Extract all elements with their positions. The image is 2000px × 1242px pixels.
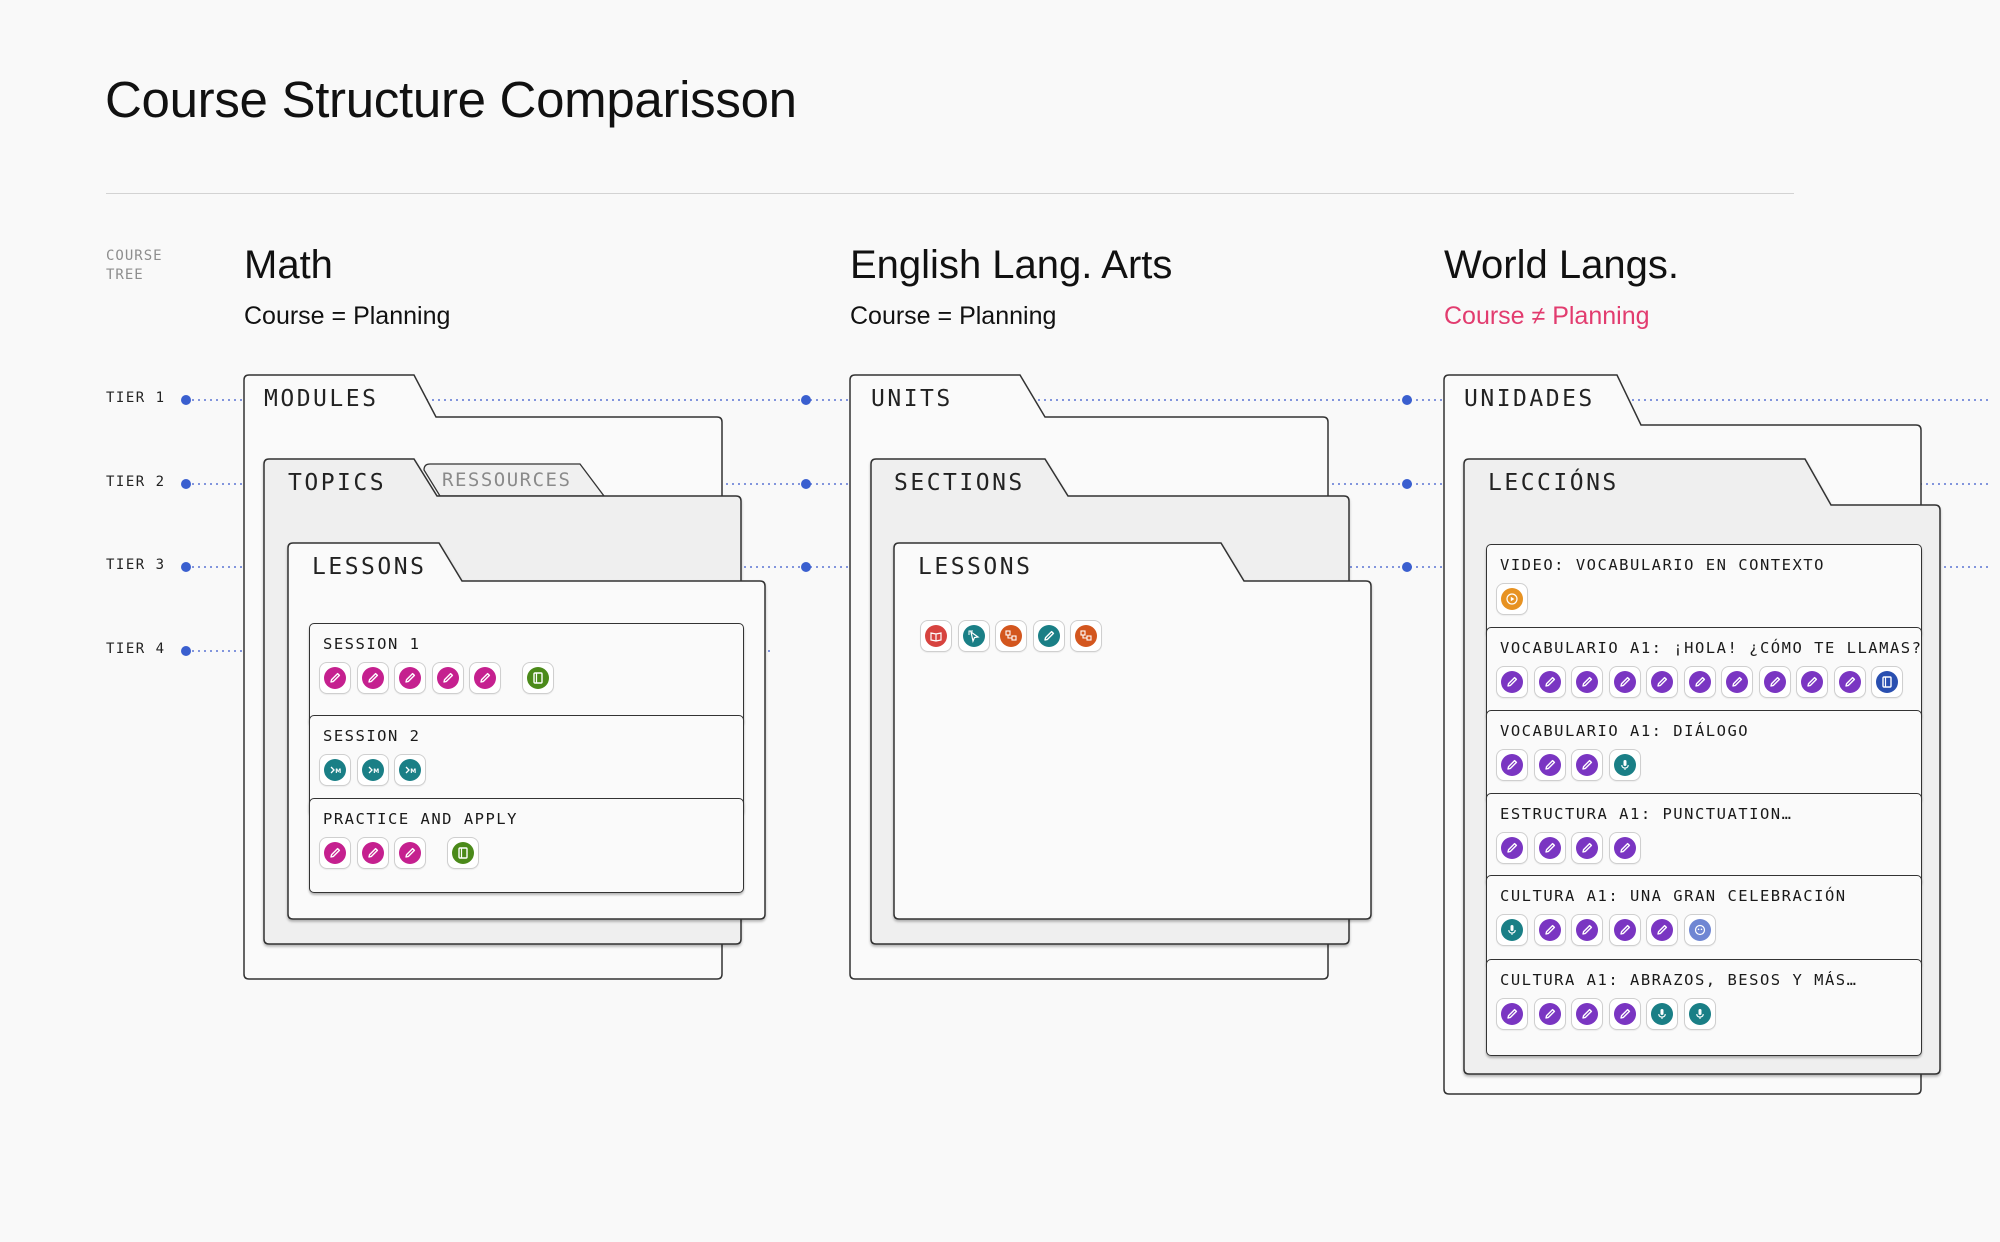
pencil-icon: [1533, 749, 1566, 781]
pencil-icon: [469, 662, 501, 694]
pencil-icon: [1571, 749, 1603, 781]
world-lesson-card-6[interactable]: CULTURA A1: ABRAZOS, BESOS Y MÁS…: [1486, 959, 1922, 1056]
pencil-icon: [1721, 666, 1753, 698]
math-topics-label: TOPICS: [288, 470, 387, 496]
microphone-icon: [1608, 749, 1641, 781]
pencil-icon: [1571, 666, 1603, 698]
world-lesson-card-2[interactable]: VOCABULARIO A1: ¡HOLA! ¿CÓMO TE LLAMAS?: [1486, 627, 1922, 719]
pencil-icon: [1571, 914, 1603, 946]
math-gear-icon: M: [394, 754, 426, 786]
book-icon: [920, 620, 952, 652]
world-lesson-card-4[interactable]: ESTRUCTURA A1: PUNCTUATION…: [1486, 793, 1922, 885]
world-lesson-card-5-label: CULTURA A1: UNA GRAN CELEBRACIÓN: [1500, 887, 1847, 905]
world-lesson-card-2-activity-icons: [1496, 666, 1909, 698]
chat-icon: [1683, 914, 1716, 946]
world-unidades-label: UNIDADES: [1464, 386, 1595, 412]
notebook-icon: [446, 837, 479, 869]
math-ressources-label: RESSOURCES: [442, 469, 572, 491]
ela-lessons-folder: [893, 542, 1372, 920]
pencil-icon: [1833, 666, 1866, 698]
ela-sections-label: SECTIONS: [894, 470, 1025, 496]
pencil-icon: [356, 662, 389, 694]
pencil-icon: [356, 837, 389, 869]
math-lesson-card-1-activity-icons: [319, 662, 559, 694]
pencil-icon: [1533, 832, 1566, 864]
pencil-icon: [1496, 998, 1528, 1030]
pencil-icon: [1608, 832, 1641, 864]
pencil-icon: [1571, 998, 1603, 1030]
pencil-icon: [1496, 666, 1528, 698]
world-lesson-card-1[interactable]: VIDEO: VOCABULARIO EN CONTEXTO: [1486, 544, 1922, 636]
svg-text:M: M: [373, 768, 379, 775]
ela-lesson-activity-icons: [920, 620, 1108, 652]
world-lesson-card-4-activity-icons: [1496, 832, 1646, 864]
math-lesson-card-1[interactable]: SESSION 1: [309, 623, 744, 725]
math-lesson-card-3-label: PRACTICE AND APPLY: [323, 810, 518, 828]
math-lesson-card-3[interactable]: PRACTICE AND APPLY: [309, 798, 744, 893]
ela-lessons-label: LESSONS: [918, 554, 1033, 580]
pencil-icon: [1496, 832, 1528, 864]
world-lesson-card-2-label: VOCABULARIO A1: ¡HOLA! ¿CÓMO TE LLAMAS?: [1500, 639, 1923, 657]
world-lesson-card-4-label: ESTRUCTURA A1: PUNCTUATION…: [1500, 805, 1793, 823]
play-icon: [1496, 583, 1528, 615]
pencil-icon: [1796, 666, 1828, 698]
microphone-icon: [1646, 998, 1678, 1030]
math-lesson-card-2-label: SESSION 2: [323, 727, 421, 745]
diagram-icon: [995, 620, 1027, 652]
world-lecciones-label: LECCIÓNS: [1488, 470, 1619, 496]
world-lesson-card-1-label: VIDEO: VOCABULARIO EN CONTEXTO: [1500, 556, 1825, 574]
math-lessons-label: LESSONS: [312, 554, 427, 580]
pencil-icon: [1533, 914, 1566, 946]
microphone-icon: [1683, 998, 1716, 1030]
world-lesson-card-5[interactable]: CULTURA A1: UNA GRAN CELEBRACIÓN: [1486, 875, 1922, 967]
ela-units-label: UNITS: [871, 386, 953, 412]
math-gear-icon: M: [356, 754, 389, 786]
pencil-icon: [1646, 666, 1678, 698]
pencil-icon: [1608, 666, 1641, 698]
notebook-icon: [1871, 666, 1903, 698]
svg-text:M: M: [335, 768, 341, 775]
pencil-icon: [1608, 998, 1641, 1030]
cursor-icon: [957, 620, 990, 652]
pencil-icon: [319, 837, 351, 869]
pencil-icon: [431, 662, 464, 694]
math-lesson-card-2-activity-icons: MMM: [319, 754, 432, 786]
pencil-icon: [1683, 666, 1716, 698]
pencil-icon: [394, 662, 426, 694]
pencil-icon: [1758, 666, 1791, 698]
pencil-icon: [319, 662, 351, 694]
world-lesson-card-3-label: VOCABULARIO A1: DIÁLOGO: [1500, 722, 1750, 740]
world-lesson-card-6-label: CULTURA A1: ABRAZOS, BESOS Y MÁS…: [1500, 971, 1858, 989]
pencil-icon: [1032, 620, 1065, 652]
pencil-icon: [1571, 832, 1603, 864]
world-lesson-card-5-activity-icons: [1496, 914, 1721, 946]
pencil-icon: [1608, 914, 1641, 946]
pencil-icon: [394, 837, 426, 869]
notebook-icon: [521, 662, 554, 694]
pencil-icon: [1533, 666, 1566, 698]
world-lesson-card-3[interactable]: VOCABULARIO A1: DIÁLOGO: [1486, 710, 1922, 802]
diagram-icon: [1070, 620, 1102, 652]
math-modules-label: MODULES: [264, 386, 379, 412]
pencil-icon: [1533, 998, 1566, 1030]
world-lesson-card-6-activity-icons: [1496, 998, 1721, 1030]
pencil-icon: [1646, 914, 1678, 946]
world-lesson-card-1-activity-icons: [1496, 583, 1534, 615]
math-lesson-card-1-label: SESSION 1: [323, 635, 421, 653]
math-gear-icon: M: [319, 754, 351, 786]
world-lesson-card-3-activity-icons: [1496, 749, 1646, 781]
microphone-icon: [1496, 914, 1528, 946]
math-lesson-card-3-activity-icons: [319, 837, 484, 869]
pencil-icon: [1496, 749, 1528, 781]
svg-text:M: M: [410, 768, 416, 775]
